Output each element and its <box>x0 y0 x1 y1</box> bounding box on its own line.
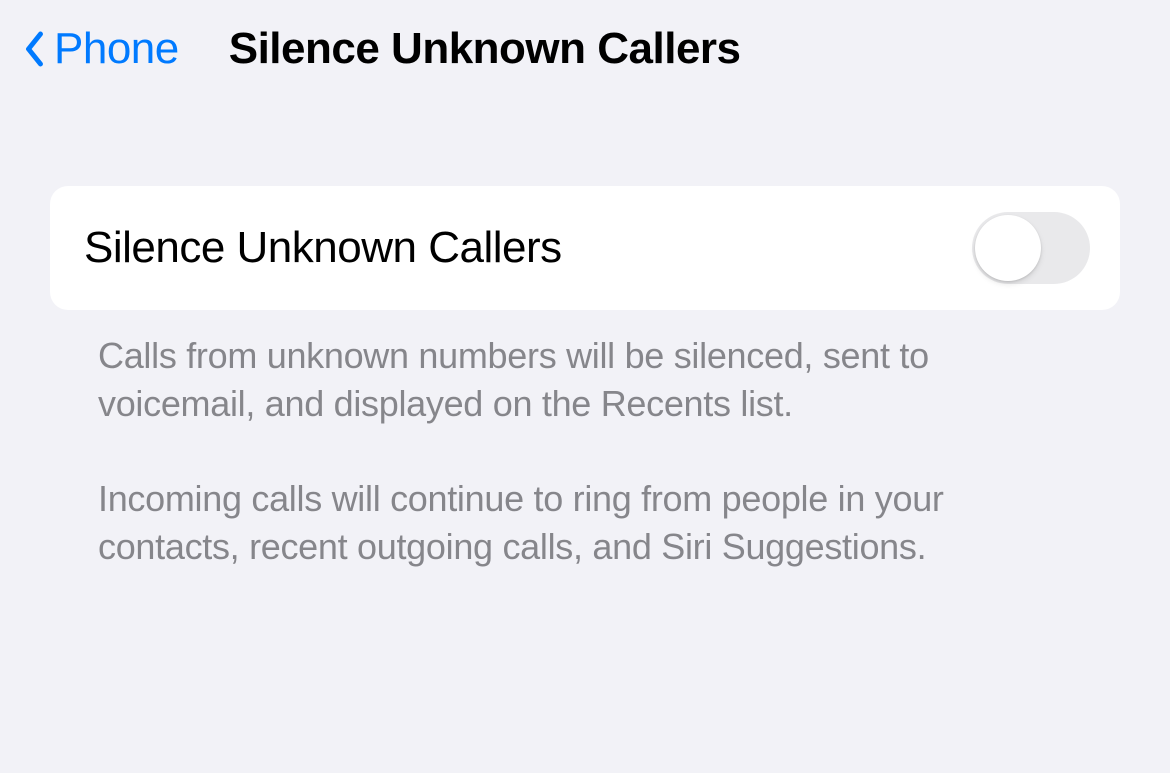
silence-unknown-callers-toggle[interactable] <box>972 212 1090 284</box>
footer-description: Calls from unknown numbers will be silen… <box>50 310 1120 570</box>
footer-paragraph-1: Calls from unknown numbers will be silen… <box>98 332 1084 427</box>
chevron-left-icon <box>20 27 48 71</box>
navigation-bar: Phone Silence Unknown Callers <box>0 0 1170 90</box>
back-button[interactable]: Phone <box>20 24 179 74</box>
content-area: Silence Unknown Callers Calls from unkno… <box>0 90 1170 570</box>
back-button-label: Phone <box>54 24 179 74</box>
toggle-knob <box>975 215 1041 281</box>
row-label: Silence Unknown Callers <box>84 223 562 273</box>
silence-unknown-callers-row: Silence Unknown Callers <box>50 186 1120 310</box>
footer-paragraph-2: Incoming calls will continue to ring fro… <box>98 475 1084 570</box>
settings-group: Silence Unknown Callers <box>50 186 1120 310</box>
page-title: Silence Unknown Callers <box>229 24 741 74</box>
